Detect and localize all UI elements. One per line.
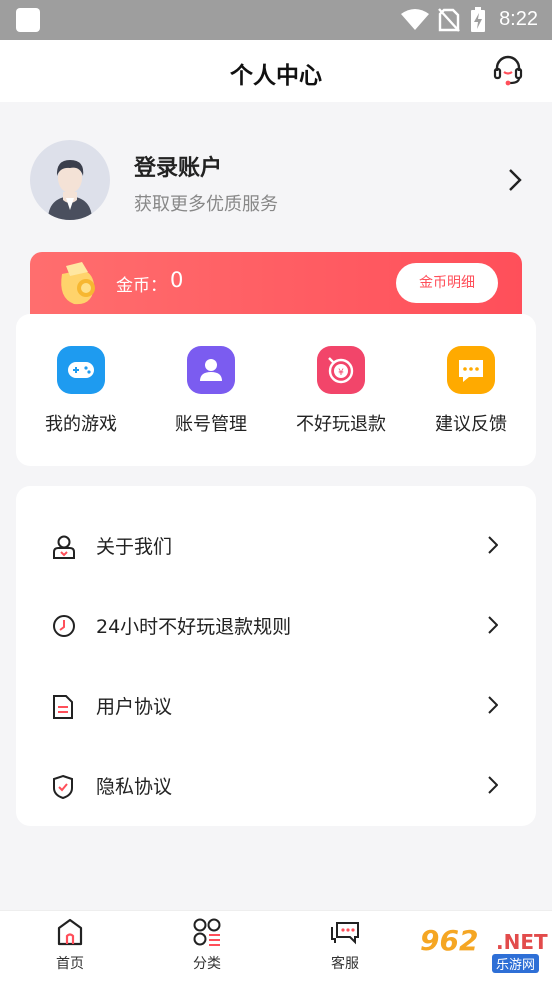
- quick-item-refund[interactable]: ¥ 不好玩退款: [276, 346, 406, 436]
- quick-label: 我的游戏: [45, 414, 117, 435]
- coin-detail-button[interactable]: 金币明细: [396, 263, 498, 303]
- tab-label: 首页: [56, 956, 84, 972]
- menu-label: 24小时不好玩退款规则: [96, 616, 292, 638]
- headset-icon[interactable]: [492, 54, 524, 86]
- menu-item-privacy[interactable]: 隐私协议: [16, 736, 536, 816]
- wifi-icon: [401, 9, 429, 30]
- document-icon: [53, 695, 73, 719]
- menu-item-about[interactable]: 关于我们: [16, 496, 536, 576]
- chevron-right-icon[interactable]: [508, 168, 522, 192]
- home-icon: [57, 918, 83, 946]
- user-icon: [187, 346, 235, 394]
- clock-icon: [53, 615, 75, 637]
- login-profile-row[interactable]: 登录账户 获取更多优质服务: [0, 102, 552, 252]
- no-sim-icon: [438, 8, 460, 32]
- watermark-site: 乐游网: [492, 954, 540, 973]
- quick-item-feedback[interactable]: 建议反馈: [406, 346, 536, 436]
- gamepad-icon: [57, 346, 105, 394]
- chevron-right-icon: [488, 536, 498, 554]
- tab-category[interactable]: 分类: [167, 917, 247, 973]
- settings-menu-card: 关于我们 24小时不好玩退款规则 用户协议 隐私协议: [16, 486, 536, 826]
- menu-label: 关于我们: [96, 536, 173, 558]
- login-subtitle: 获取更多优质服务: [134, 194, 278, 215]
- tab-label: 分类: [193, 956, 221, 972]
- about-user-icon: [53, 535, 75, 559]
- svg-text:¥: ¥: [338, 368, 344, 378]
- tab-customer-service[interactable]: 客服: [305, 917, 385, 973]
- app-notification-icon: [16, 8, 40, 32]
- watermark-number: 962: [420, 924, 479, 957]
- chevron-right-icon: [488, 696, 498, 714]
- message-icon: [447, 346, 495, 394]
- default-avatar-icon: [48, 160, 92, 220]
- login-title[interactable]: 登录账户: [134, 150, 222, 182]
- site-watermark: 962 .NET 乐游网: [412, 918, 548, 974]
- status-bar: 8:22: [0, 0, 552, 40]
- coin-bag-icon: [61, 262, 95, 305]
- quick-label: 账号管理: [175, 414, 247, 435]
- coin-banner: 金币： 0 金币明细: [30, 252, 522, 314]
- quick-actions-card: 我的游戏 账号管理 ¥ 不好玩退款 建议反馈: [16, 314, 536, 466]
- menu-item-user-agreement[interactable]: 用户协议: [16, 656, 536, 736]
- chat-icon: [331, 922, 359, 945]
- menu-item-refund-rules[interactable]: 24小时不好玩退款规则: [16, 576, 536, 656]
- chevron-right-icon: [488, 776, 498, 794]
- quick-item-account[interactable]: 账号管理: [146, 346, 276, 436]
- refund-icon: ¥: [317, 346, 365, 394]
- coin-label: 金币：: [116, 276, 167, 296]
- tab-home[interactable]: 首页: [30, 917, 110, 973]
- clock-text: 8:22: [499, 8, 538, 30]
- watermark-suffix: .NET: [496, 930, 548, 954]
- coin-value: 0: [170, 268, 184, 292]
- shield-check-icon: [53, 774, 73, 800]
- menu-label: 隐私协议: [96, 776, 173, 798]
- quick-item-my-games[interactable]: 我的游戏: [16, 346, 146, 436]
- quick-label: 不好玩退款: [296, 414, 386, 435]
- page-title: 个人中心: [230, 63, 322, 89]
- menu-label: 用户协议: [96, 696, 173, 718]
- category-icon: [193, 918, 221, 946]
- quick-label: 建议反馈: [435, 414, 507, 435]
- top-bar: 个人中心: [0, 40, 552, 102]
- chevron-right-icon: [488, 616, 498, 634]
- battery-charging-icon: [471, 7, 485, 32]
- tab-label: 客服: [331, 956, 359, 972]
- avatar: [30, 140, 110, 220]
